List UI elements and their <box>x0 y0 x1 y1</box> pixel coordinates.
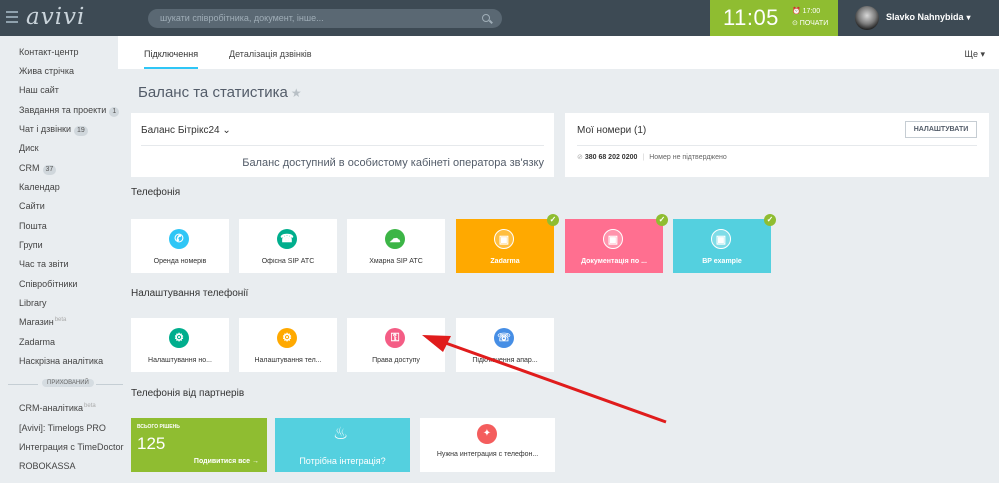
arrow-line <box>439 339 667 424</box>
annotation-arrow <box>422 335 667 424</box>
arrow-head <box>422 335 451 352</box>
